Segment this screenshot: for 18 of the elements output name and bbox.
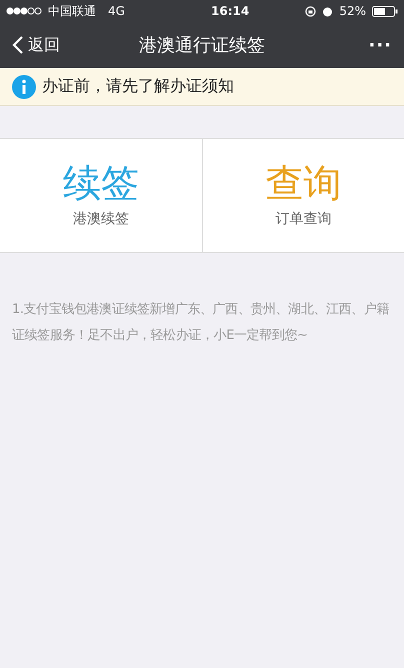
battery-text: 52%: [339, 4, 366, 18]
announcement-text: 1.支付宝钱包港澳证续签新增广东、广西、贵州、湖北、江西、户籍证续签服务！足不出户，轻松办证，小E一定帮到您~: [12, 301, 390, 345]
service-tile[interactable]: 续签 港澳续签: [0, 139, 202, 252]
service-tile[interactable]: 查询 订单查询: [202, 139, 404, 252]
back-button[interactable]: 返回: [12, 34, 60, 56]
battery-icon: [372, 6, 398, 16]
tile-subtitle: 订单查询: [276, 210, 332, 228]
time-text: 16:14: [210, 4, 250, 18]
carrier-text: 中国联通: [48, 2, 96, 20]
tile-title: 查询: [266, 164, 342, 202]
page-title: 港澳通行证续签: [139, 34, 265, 57]
signal-icon: [6, 7, 42, 15]
chevron-left-icon: [12, 35, 24, 55]
tile-title: 续签: [63, 164, 139, 202]
network-text: 4G: [108, 4, 125, 18]
info-icon: [12, 74, 36, 98]
tile-subtitle: 港澳续签: [73, 210, 129, 228]
more-button[interactable]: ···: [368, 34, 392, 56]
